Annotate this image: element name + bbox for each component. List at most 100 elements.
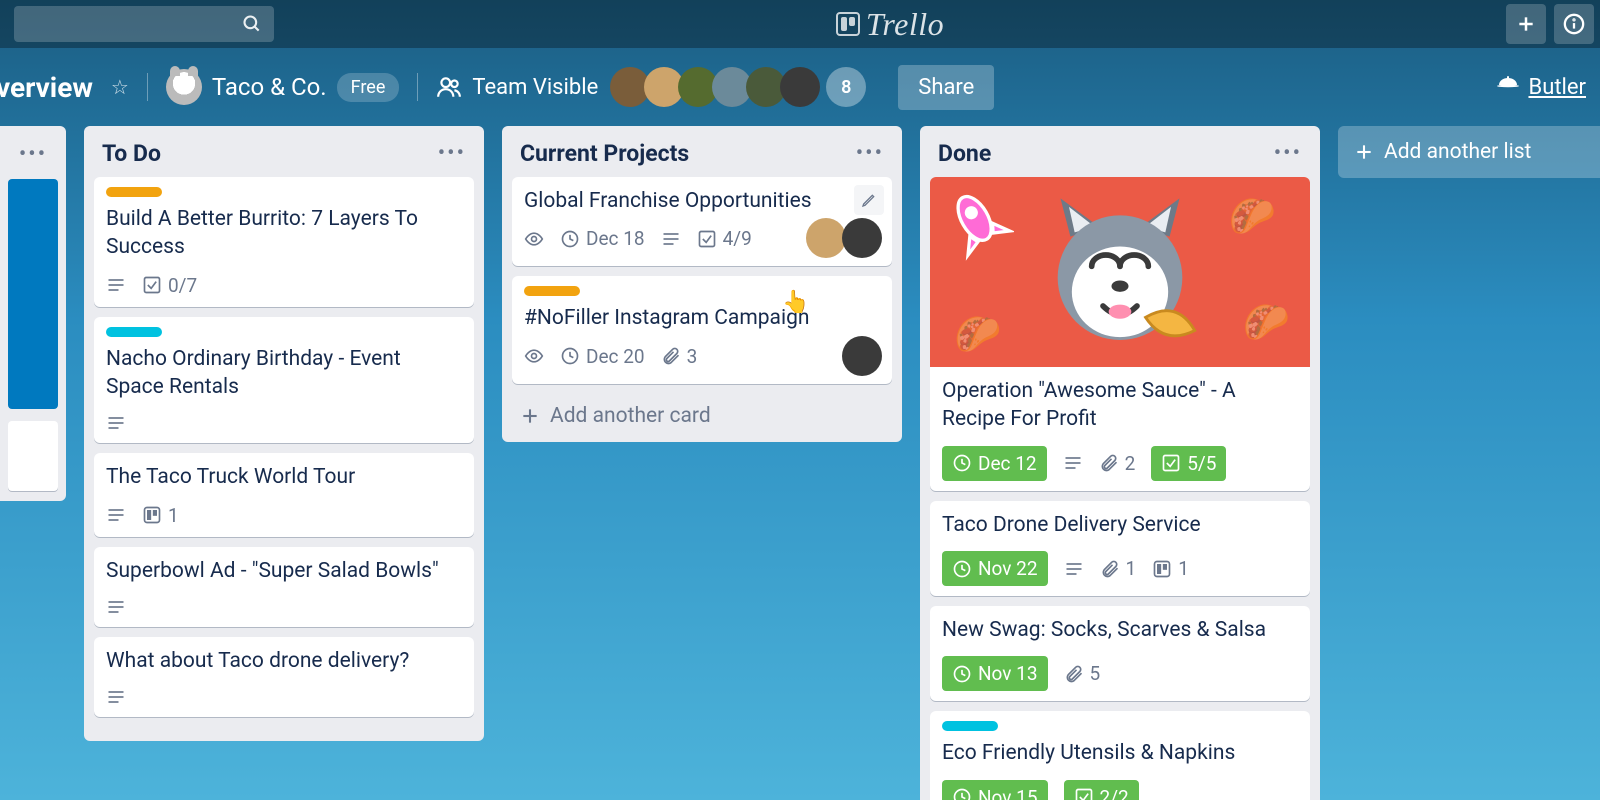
card[interactable]: New Swag: Socks, Scarves & Salsa Nov 13 …	[930, 606, 1310, 701]
card[interactable]: Superbowl Ad - "Super Salad Bowls"	[94, 547, 474, 627]
card[interactable]: Global Franchise Opportunities Dec 18 4/…	[512, 177, 892, 266]
card-cover: 🌮 🌮 🌮	[930, 177, 1310, 367]
card[interactable]: Nacho Ordinary Birthday - Event Space Re…	[94, 317, 474, 444]
trello-attach-badge: 1	[1152, 557, 1189, 580]
due-complete-badge: Nov 22	[942, 551, 1048, 586]
list-done: Done ••• 🌮 🌮 🌮	[920, 126, 1320, 800]
attachment-badge: 3	[661, 345, 698, 368]
description-icon	[106, 275, 126, 295]
watch-icon	[524, 346, 544, 366]
description-icon	[106, 687, 126, 707]
star-button[interactable]: ☆	[111, 75, 129, 99]
butler-label: Butler	[1528, 75, 1586, 100]
add-card-label: Add another card	[550, 404, 711, 428]
trello-logo-icon	[836, 12, 860, 36]
top-header: Trello	[0, 0, 1600, 48]
info-icon	[1563, 13, 1585, 35]
card-title: The Taco Truck World Tour	[106, 463, 462, 491]
card-label-orange[interactable]	[106, 187, 162, 197]
attachment-badge: 2	[1099, 452, 1136, 475]
card[interactable]: Eco Friendly Utensils & Napkins Nov 15 2…	[930, 711, 1310, 800]
due-complete-badge: Nov 13	[942, 656, 1048, 691]
card-member-avatar[interactable]	[806, 218, 846, 258]
board-canvas: ••• To Do ••• Build A Better Burrito: 7 …	[0, 126, 1600, 800]
card[interactable]: The Taco Truck World Tour 1	[94, 453, 474, 536]
husky-sticker-icon	[1035, 187, 1205, 357]
add-list-label: Add another list	[1384, 140, 1531, 164]
card-title: What about Taco drone delivery?	[106, 647, 462, 675]
list-menu-button[interactable]: •••	[438, 141, 466, 166]
card-title: New Swag: Socks, Scarves & Salsa	[942, 616, 1298, 644]
butler-button[interactable]: Butler	[1496, 75, 1586, 100]
checklist-badge: 0/7	[142, 274, 197, 297]
list-todo: To Do ••• Build A Better Burrito: 7 Laye…	[84, 126, 484, 741]
list-title[interactable]: To Do	[102, 140, 161, 167]
member-avatar[interactable]	[780, 67, 820, 107]
card-title: Nacho Ordinary Birthday - Event Space Re…	[106, 345, 462, 402]
due-complete-badge: Dec 12	[942, 446, 1047, 481]
checklist-complete-badge: 2/2	[1064, 780, 1139, 800]
edit-card-button[interactable]	[854, 185, 884, 215]
rocket-sticker-icon	[944, 191, 1014, 261]
visibility-label: Team Visible	[472, 75, 598, 100]
brand-name: Trello	[866, 6, 944, 43]
card-title: Build A Better Burrito: 7 Layers To Succ…	[106, 205, 462, 262]
list-menu-button[interactable]: •••	[856, 141, 884, 166]
butler-icon	[1496, 75, 1520, 99]
card[interactable]: What about Taco drone delivery?	[94, 637, 474, 717]
card-title: Global Franchise Opportunities	[524, 187, 880, 215]
pencil-icon	[861, 192, 877, 208]
watch-icon	[524, 229, 544, 249]
card[interactable]: #NoFiller Instagram Campaign Dec 20 3	[512, 276, 892, 383]
card[interactable]: Taco Drone Delivery Service Nov 22 1 1	[930, 501, 1310, 596]
team-icon	[436, 74, 462, 100]
attachment-badge: 5	[1064, 662, 1101, 685]
share-button[interactable]: Share	[898, 65, 994, 110]
description-icon	[106, 597, 126, 617]
team-link[interactable]: Taco & Co. Free	[166, 69, 400, 105]
card-label-cyan[interactable]	[942, 721, 998, 731]
description-icon	[106, 413, 126, 433]
card-partial[interactable]	[8, 421, 58, 491]
search-input[interactable]	[14, 6, 274, 42]
card-member-avatar[interactable]	[842, 218, 882, 258]
due-complete-badge: Nov 15	[942, 780, 1048, 800]
divider	[147, 73, 148, 101]
brand-logo[interactable]: Trello	[282, 6, 1498, 43]
checklist-badge: 4/9	[697, 227, 752, 250]
search-icon	[242, 14, 262, 34]
team-name: Taco & Co.	[212, 73, 327, 101]
card-member-avatar[interactable]	[842, 336, 882, 376]
description-icon	[106, 505, 126, 525]
attachment-badge: 1	[1100, 557, 1137, 580]
card-label-orange[interactable]	[524, 286, 580, 296]
list-title[interactable]: Done	[938, 140, 991, 167]
card[interactable]: 🌮 🌮 🌮 Operation "Awesome Sauce"	[930, 177, 1310, 491]
plan-badge: Free	[337, 73, 400, 102]
card-title: Superbowl Ad - "Super Salad Bowls"	[106, 557, 462, 585]
create-button[interactable]	[1506, 4, 1546, 44]
divider	[417, 73, 418, 101]
card[interactable]: Build A Better Burrito: 7 Layers To Succ…	[94, 177, 474, 307]
due-badge: Dec 20	[560, 345, 645, 368]
card-title: Operation "Awesome Sauce" - A Recipe For…	[942, 377, 1298, 434]
list-partial[interactable]: •••	[0, 126, 66, 501]
visibility-button[interactable]: Team Visible	[436, 74, 598, 100]
due-badge: Dec 18	[560, 227, 645, 250]
description-icon	[1064, 559, 1084, 579]
plus-icon	[520, 406, 540, 426]
member-avatars[interactable]: 8	[616, 67, 866, 107]
add-list-button[interactable]: Add another list	[1338, 126, 1600, 178]
description-icon	[1063, 453, 1083, 473]
list-menu-button[interactable]: •••	[8, 136, 58, 167]
team-avatar-icon	[166, 69, 202, 105]
card-partial[interactable]	[8, 179, 58, 409]
add-card-button[interactable]: Add another card	[512, 394, 892, 428]
card-label-cyan[interactable]	[106, 327, 162, 337]
list-menu-button[interactable]: •••	[1274, 141, 1302, 166]
list-title[interactable]: Current Projects	[520, 140, 689, 167]
info-button[interactable]	[1554, 4, 1594, 44]
member-overflow-count[interactable]: 8	[826, 67, 866, 107]
board-title[interactable]: verview	[0, 71, 93, 104]
checklist-complete-badge: 5/5	[1151, 446, 1226, 481]
